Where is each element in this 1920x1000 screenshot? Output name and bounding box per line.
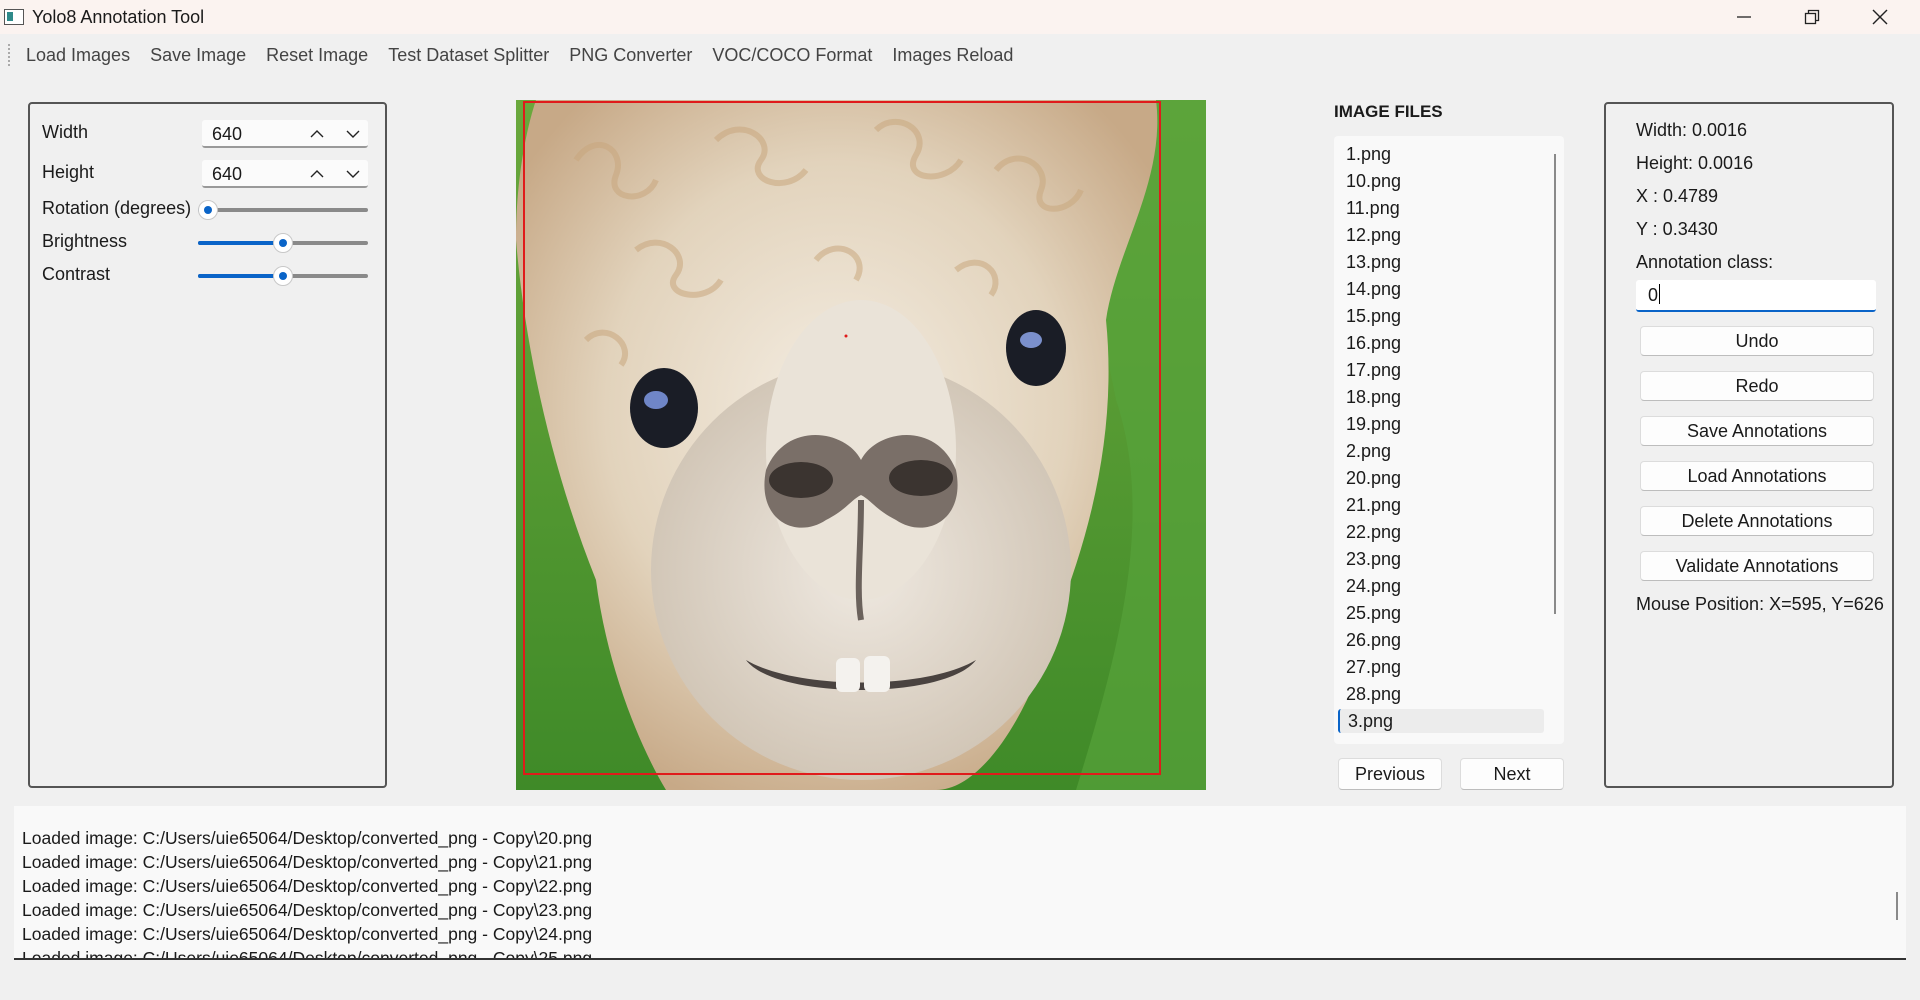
annotation-class-label: Annotation class:: [1636, 252, 1774, 272]
annotation-class-value: 0: [1648, 285, 1659, 305]
file-list-item[interactable]: 17.png: [1338, 358, 1544, 382]
app-icon: [4, 9, 24, 25]
file-list-item[interactable]: 19.png: [1338, 412, 1544, 436]
annotation-panel: Width: 0.0016 Height: 0.0016 X : 0.4789 …: [1604, 102, 1894, 788]
height-spinbox[interactable]: 640: [202, 160, 368, 188]
file-list-item[interactable]: 11.png: [1338, 196, 1544, 220]
alpaca-image: [516, 100, 1206, 790]
menu-voc-coco-format[interactable]: VOC/COCO Format: [702, 38, 882, 72]
file-list-item[interactable]: 16.png: [1338, 331, 1544, 355]
brightness-slider[interactable]: [198, 233, 368, 253]
log-output[interactable]: Loaded image: C:/Users/uie65064/Desktop/…: [14, 806, 1906, 960]
close-button[interactable]: [1846, 0, 1914, 34]
window-title: Yolo8 Annotation Tool: [32, 7, 205, 27]
load-annotations-button[interactable]: Load Annotations: [1640, 461, 1874, 491]
image-canvas[interactable]: [516, 100, 1206, 790]
file-list-item[interactable]: 24.png: [1338, 574, 1544, 598]
annotation-height: Height: 0.0016: [1636, 153, 1754, 173]
previous-button[interactable]: Previous: [1338, 758, 1442, 790]
image-files-title: IMAGE FILES: [1334, 102, 1443, 121]
contrast-slider-thumb[interactable]: [273, 266, 293, 286]
file-list-item[interactable]: 3.png: [1338, 709, 1544, 733]
rotation-slider-thumb[interactable]: [198, 200, 218, 220]
redo-button[interactable]: Redo: [1640, 371, 1874, 401]
menu-load-images[interactable]: Load Images: [16, 38, 140, 72]
chevron-up-icon[interactable]: [306, 164, 328, 184]
log-line: Loaded image: C:/Users/uie65064/Desktop/…: [22, 900, 593, 920]
log-scrollbar[interactable]: [1896, 892, 1898, 920]
height-value: 640: [212, 164, 243, 184]
brightness-label: Brightness: [42, 231, 128, 251]
width-spinbox[interactable]: 640: [202, 120, 368, 148]
file-list-item[interactable]: 10.png: [1338, 169, 1544, 193]
file-list-item[interactable]: 20.png: [1338, 466, 1544, 490]
restore-icon: [1804, 9, 1820, 25]
validate-annotations-button[interactable]: Validate Annotations: [1640, 551, 1874, 581]
file-list-item[interactable]: 26.png: [1338, 628, 1544, 652]
contrast-label: Contrast: [42, 264, 111, 284]
minimize-button[interactable]: [1710, 0, 1778, 34]
annotation-class-input[interactable]: 0: [1636, 280, 1876, 312]
menu-reset-image[interactable]: Reset Image: [256, 38, 378, 72]
menu-grip: [8, 44, 10, 66]
annotation-width: Width: 0.0016: [1636, 120, 1748, 140]
save-annotations-button[interactable]: Save Annotations: [1640, 416, 1874, 446]
file-list-item[interactable]: 23.png: [1338, 547, 1544, 571]
undo-button[interactable]: Undo: [1640, 326, 1874, 356]
log-line: Loaded image: C:/Users/uie65064/Desktop/…: [22, 876, 593, 896]
transform-panel: Width 640 Height 640 Rotation (degrees) …: [28, 102, 387, 788]
image-files-list[interactable]: 1.png 10.png 11.png 12.png 13.png 14.png 15.pn…: [1334, 136, 1564, 744]
delete-annotations-button[interactable]: Delete Annotations: [1640, 506, 1874, 536]
list-scrollbar[interactable]: [1554, 154, 1556, 614]
file-list-item[interactable]: 25.png: [1338, 601, 1544, 625]
file-list-item[interactable]: 18.png: [1338, 385, 1544, 409]
menu-bar: Load Images Save Image Reset Image Test …: [0, 38, 1920, 72]
annotation-point: [844, 334, 848, 338]
restore-button[interactable]: [1778, 0, 1846, 34]
height-label: Height: [42, 162, 95, 182]
width-value: 640: [212, 124, 243, 144]
width-label: Width: [42, 122, 89, 142]
file-list-item[interactable]: 14.png: [1338, 277, 1544, 301]
annotation-x: X : 0.4789: [1636, 186, 1719, 206]
chevron-up-icon[interactable]: [306, 124, 328, 144]
file-list-item[interactable]: 22.png: [1338, 520, 1544, 544]
menu-save-image[interactable]: Save Image: [140, 38, 256, 72]
file-list-item[interactable]: 27.png: [1338, 655, 1544, 679]
next-button[interactable]: Next: [1460, 758, 1564, 790]
brightness-slider-thumb[interactable]: [273, 233, 293, 253]
rotation-slider[interactable]: [198, 200, 368, 220]
chevron-down-icon[interactable]: [342, 124, 364, 144]
log-line: Loaded image: C:/Users/uie65064/Desktop/…: [22, 948, 593, 960]
file-list-item[interactable]: 13.png: [1338, 250, 1544, 274]
chevron-down-icon[interactable]: [342, 164, 364, 184]
menu-images-reload[interactable]: Images Reload: [882, 38, 1023, 72]
close-icon: [1872, 9, 1888, 25]
file-list-item[interactable]: 12.png: [1338, 223, 1544, 247]
file-list-item[interactable]: 2.png: [1338, 439, 1544, 463]
title-bar: Yolo8 Annotation Tool: [0, 0, 1920, 34]
log-line: Loaded image: C:/Users/uie65064/Desktop/…: [22, 924, 593, 944]
rotation-label: Rotation (degrees): [42, 198, 192, 218]
menu-png-converter[interactable]: PNG Converter: [559, 38, 702, 72]
log-line: Loaded image: C:/Users/uie65064/Desktop/…: [22, 828, 593, 848]
contrast-slider[interactable]: [198, 266, 368, 286]
file-list-item[interactable]: 15.png: [1338, 304, 1544, 328]
mouse-position: Mouse Position: X=595, Y=626: [1636, 594, 1884, 614]
menu-test-dataset-splitter[interactable]: Test Dataset Splitter: [378, 38, 559, 72]
file-list-item[interactable]: 21.png: [1338, 493, 1544, 517]
file-list-item[interactable]: 28.png: [1338, 682, 1544, 706]
file-list-item[interactable]: 1.png: [1338, 142, 1544, 166]
log-line: Loaded image: C:/Users/uie65064/Desktop/…: [22, 852, 593, 872]
annotation-y: Y : 0.3430: [1636, 219, 1718, 239]
minimize-icon: [1737, 16, 1751, 18]
